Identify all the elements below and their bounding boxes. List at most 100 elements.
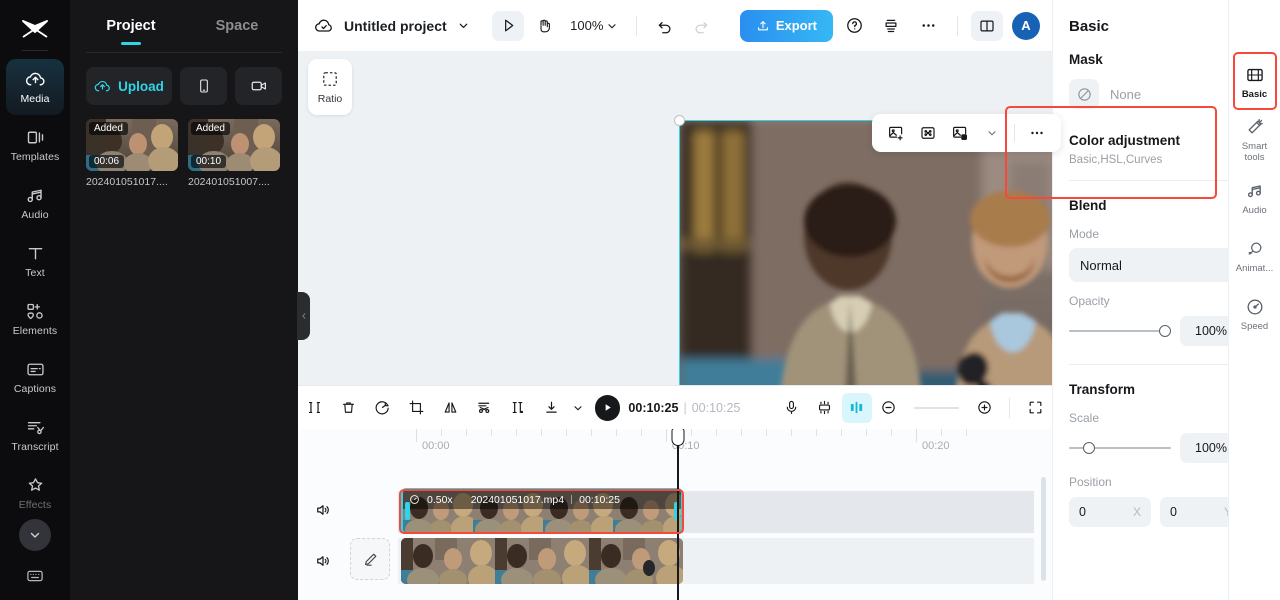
sidebar-item-audio[interactable]: Audio	[6, 175, 64, 231]
remove-background-chevron[interactable]	[978, 119, 1006, 147]
ratio-button[interactable]: Ratio	[308, 59, 352, 115]
upload-button-label: Upload	[118, 78, 164, 94]
toolbar-divider	[957, 15, 958, 36]
media-thumbnail[interactable]: Added 00:06	[86, 119, 178, 171]
snap-toggle-button[interactable]	[841, 392, 872, 423]
chevron-down-icon[interactable]	[457, 19, 470, 32]
avatar[interactable]: A	[1012, 11, 1040, 40]
sidebar-item-media[interactable]: Media	[6, 59, 64, 115]
zoom-out-icon	[882, 401, 895, 414]
sidebar-item-effects[interactable]: Effects	[6, 465, 64, 521]
timeline-clip-video-secondary[interactable]	[401, 538, 683, 584]
timeline[interactable]: 00:00 00:10 00:20 0.50x 202401051017.mp4…	[298, 429, 1052, 600]
tab-label: Basic	[1241, 88, 1268, 100]
record-voice-button[interactable]	[774, 393, 808, 423]
tab-project[interactable]: Project	[78, 0, 184, 52]
zoom-in-button[interactable]	[967, 393, 1001, 423]
media-item[interactable]: Added 00:06 202401051017....	[86, 119, 178, 188]
crop-button[interactable]	[400, 393, 434, 423]
tab-space[interactable]: Space	[184, 0, 290, 52]
export-button[interactable]: Export	[739, 9, 833, 42]
media-status-badge: Added	[89, 122, 128, 135]
top-toolbar: Untitled project 100% Export A	[298, 0, 1052, 52]
more-options-button[interactable]	[912, 11, 944, 41]
timeline-clip-video[interactable]: 0.50x 202401051017.mp4 00:10:25	[401, 488, 683, 534]
layout-toggle-button[interactable]	[971, 10, 1003, 41]
sidebar-item-transcript[interactable]: Transcript	[6, 407, 64, 463]
zoom-level-dropdown[interactable]: 100%	[564, 18, 624, 33]
timeline-playhead[interactable]	[671, 429, 685, 600]
current-time: 00:10:25	[628, 400, 679, 415]
project-title[interactable]: Untitled project	[344, 18, 447, 34]
position-x-field[interactable]: 0 X	[1069, 497, 1151, 527]
ratio-button-label: Ratio	[317, 93, 343, 105]
upload-button[interactable]: Upload	[86, 67, 172, 105]
sidebar-item-captions[interactable]: Captions	[6, 349, 64, 405]
sidebar-item-templates[interactable]: Templates	[6, 117, 64, 173]
collapse-panel-handle[interactable]	[297, 292, 310, 340]
clip-trim-left[interactable]	[405, 502, 410, 520]
split-button[interactable]	[298, 393, 332, 423]
position-x-value: 0	[1079, 505, 1086, 519]
tab-basic[interactable]: Basic	[1231, 56, 1279, 108]
select-tool-button[interactable]	[492, 10, 525, 41]
speed-button[interactable]	[366, 393, 400, 423]
media-duration-badge: 00:10	[191, 155, 227, 168]
media-thumbnail[interactable]: Added 00:10	[188, 119, 280, 171]
download-chevron-button[interactable]	[569, 393, 587, 423]
resize-handle-top-left[interactable]	[673, 114, 685, 126]
freeze-icon	[513, 401, 524, 414]
sidebar-item-text[interactable]: Text	[6, 233, 64, 289]
timeline-zoom-slider[interactable]	[913, 406, 960, 409]
ellipsis-icon	[921, 24, 935, 27]
redo-button[interactable]	[685, 11, 717, 41]
clip-info-label: 0.50x 202401051017.mp4 00:10:25	[403, 490, 681, 509]
expand-more-nav-button[interactable]	[19, 519, 51, 551]
fit-to-frame-button[interactable]	[914, 119, 942, 147]
keyboard-shortcuts-button[interactable]	[0, 566, 70, 586]
auto-cut-button[interactable]	[467, 393, 501, 423]
download-button[interactable]	[535, 393, 569, 423]
fit-timeline-button[interactable]	[1018, 393, 1052, 423]
freeze-button[interactable]	[501, 393, 535, 423]
tab-smart-tools[interactable]: Smart tools	[1231, 114, 1279, 166]
mirror-button[interactable]	[433, 393, 467, 423]
zoom-out-button[interactable]	[872, 393, 906, 423]
hand-icon	[540, 19, 551, 32]
delete-button[interactable]	[332, 393, 366, 423]
canvas-more-button[interactable]	[1023, 119, 1051, 147]
media-item[interactable]: Added 00:10 202401051007....	[188, 119, 280, 188]
import-from-device-button[interactable]	[180, 67, 227, 105]
playhead-knob[interactable]	[671, 429, 685, 446]
sidebar-item-elements[interactable]: Elements	[6, 291, 64, 347]
record-button[interactable]	[235, 67, 282, 105]
track-edit-button[interactable]	[350, 538, 390, 580]
hand-tool-button[interactable]	[528, 11, 560, 41]
scale-slider[interactable]	[1069, 442, 1171, 454]
tab-animation[interactable]: Animat...	[1231, 230, 1279, 282]
remove-background-button[interactable]	[946, 119, 974, 147]
track-mute-button-1[interactable]	[312, 499, 334, 521]
layers-button[interactable]	[875, 11, 907, 41]
track-mute-button-2[interactable]	[312, 550, 334, 572]
scale-slider-knob[interactable]	[1082, 442, 1095, 454]
add-image-button[interactable]	[882, 119, 910, 147]
sidebar-item-label: Transcript	[11, 441, 59, 453]
tab-label: Animat...	[1235, 262, 1274, 274]
markers-button[interactable]	[808, 393, 842, 423]
speedometer-icon	[1247, 299, 1262, 314]
play-button[interactable]	[594, 394, 621, 421]
opacity-slider[interactable]	[1069, 325, 1171, 337]
timeline-scrollbar[interactable]	[1041, 477, 1046, 581]
keyboard-shortcuts-icon	[27, 570, 43, 582]
phone-icon	[199, 79, 208, 93]
opacity-slider-knob[interactable]	[1159, 325, 1171, 337]
play-icon	[605, 404, 611, 411]
tab-speed[interactable]: Speed	[1231, 288, 1279, 340]
tab-audio[interactable]: Audio	[1231, 172, 1279, 224]
undo-button[interactable]	[649, 11, 681, 41]
sidebar-item-label: Media	[20, 93, 50, 105]
help-button[interactable]	[838, 11, 870, 41]
chevron-down-icon	[574, 405, 582, 410]
sparkle-star-icon	[28, 478, 42, 491]
